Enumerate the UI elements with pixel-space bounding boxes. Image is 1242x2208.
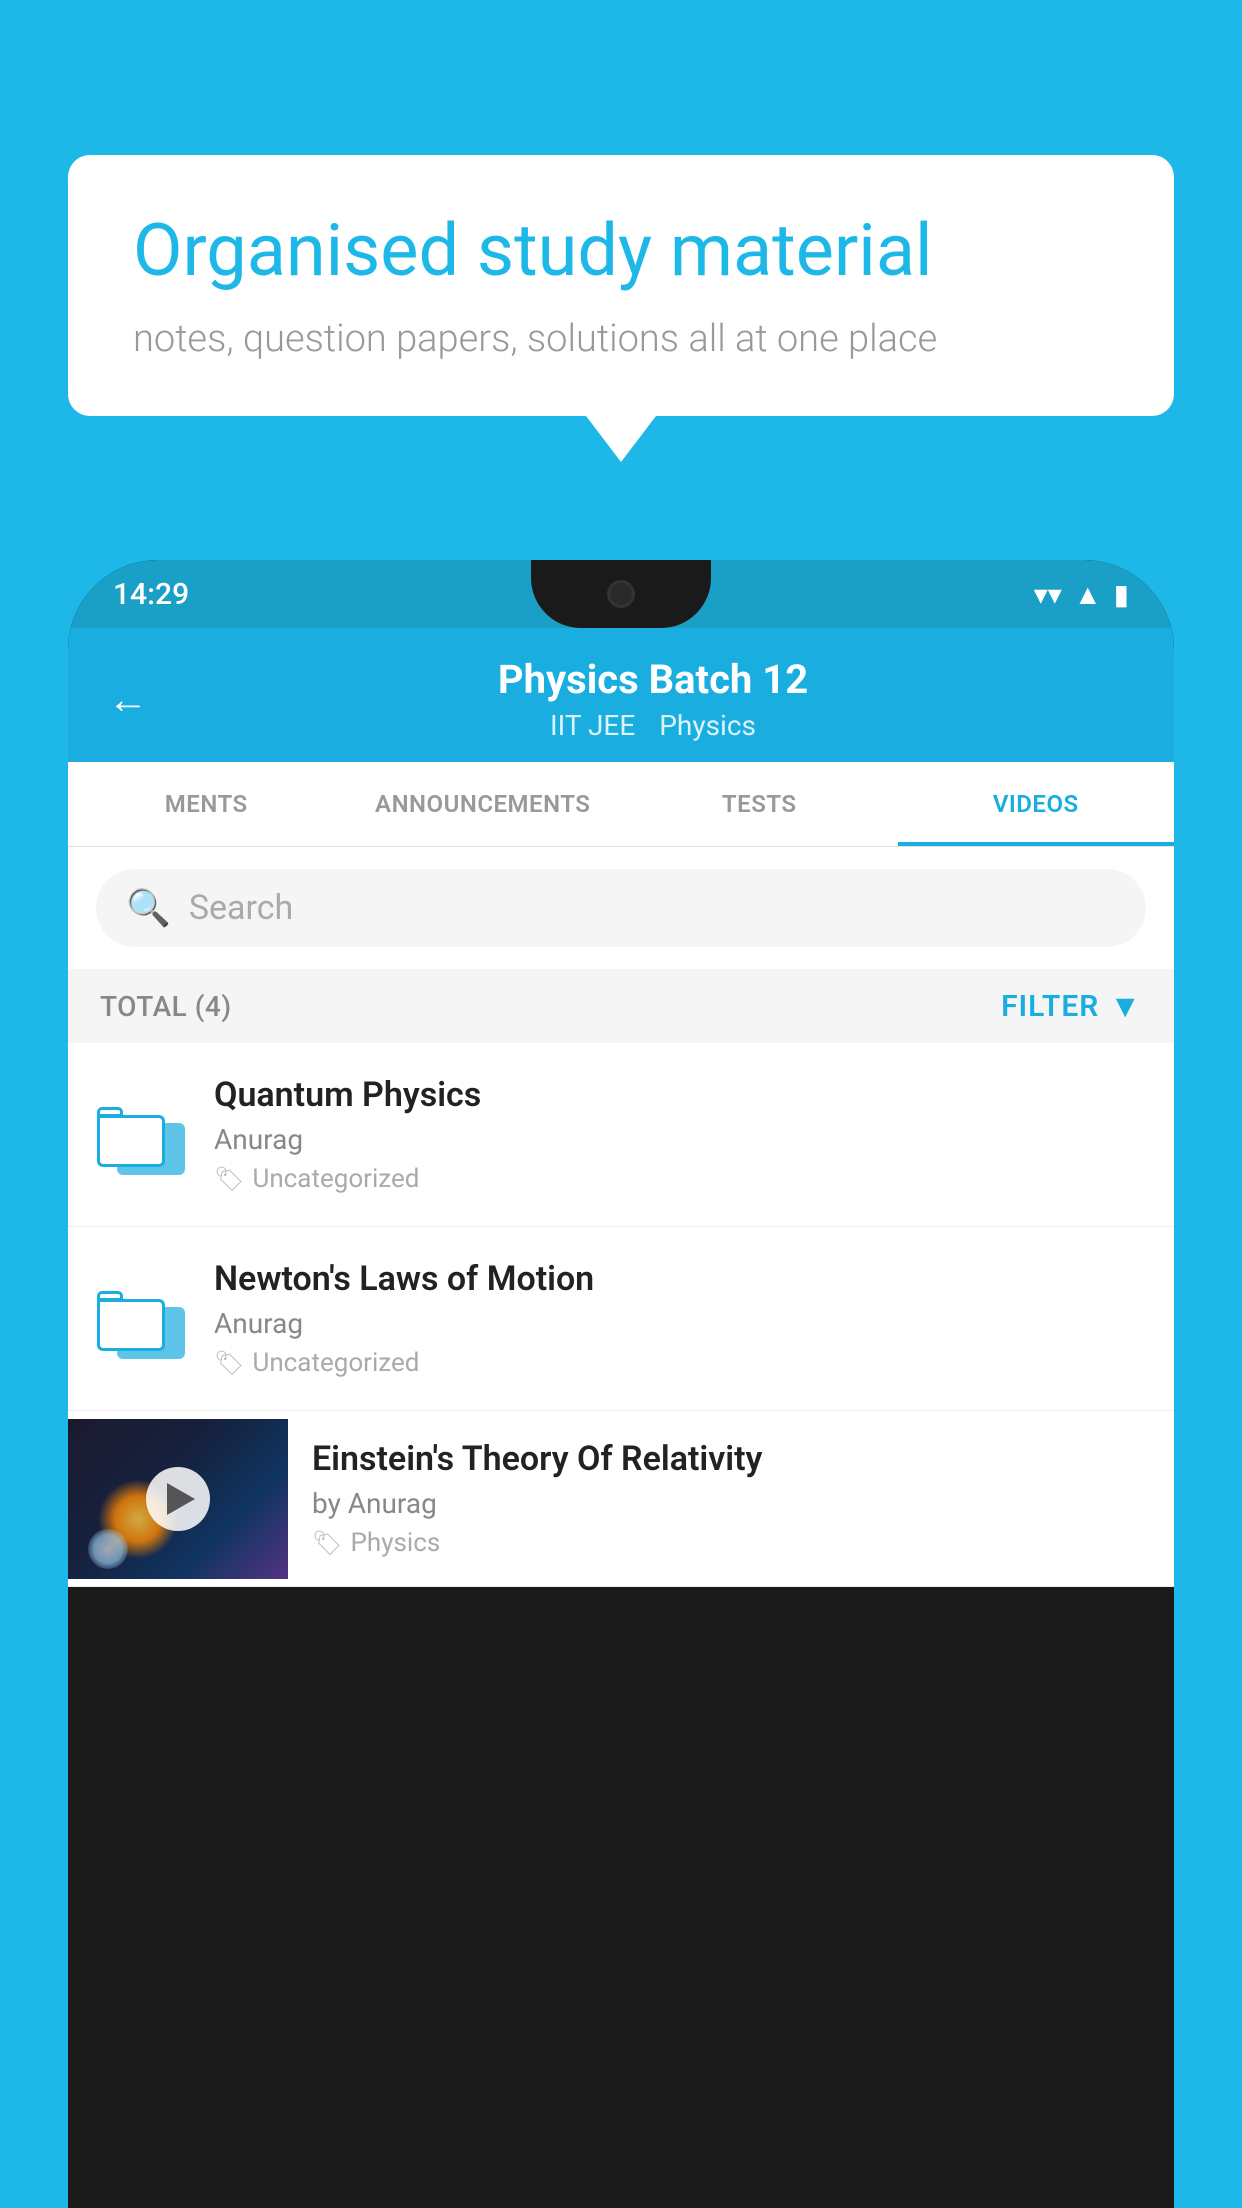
video-info-2: Newton's Laws of Motion Anurag 🏷 Uncateg… [214, 1259, 1146, 1378]
video-tag-3: 🏷 Physics [312, 1528, 1150, 1558]
video-title-2: Newton's Laws of Motion [214, 1259, 1146, 1299]
video-title-3: Einstein's Theory Of Relativity [312, 1439, 1150, 1479]
video-title-1: Quantum Physics [214, 1075, 1146, 1115]
video-info-1: Quantum Physics Anurag 🏷 Uncategorized [214, 1075, 1146, 1194]
video-author-2: Anurag [214, 1307, 1146, 1340]
notch [531, 560, 711, 628]
tab-tests[interactable]: TESTS [621, 762, 898, 846]
video-thumbnail-3 [68, 1419, 288, 1579]
header-subtitle: IIT JEE Physics [172, 709, 1134, 742]
back-button[interactable]: ← [108, 676, 148, 723]
tag-label-2: Uncategorized [252, 1348, 419, 1378]
app-header: ← Physics Batch 12 IIT JEE Physics [68, 628, 1174, 762]
play-button-3[interactable] [146, 1467, 210, 1531]
video-tag-2: 🏷 Uncategorized [214, 1348, 1146, 1378]
video-tag-1: 🏷 Uncategorized [214, 1164, 1146, 1194]
tab-announcements[interactable]: ANNOUNCEMENTS [345, 762, 622, 846]
battery-icon: ▮ [1114, 578, 1129, 611]
camera [607, 580, 635, 608]
folder-icon-1 [97, 1095, 185, 1175]
tag-icon-3: 🏷 [312, 1529, 342, 1557]
search-placeholder: Search [189, 888, 293, 928]
content-area: Quantum Physics Anurag 🏷 Uncategorized [68, 1043, 1174, 1587]
batch-title: Physics Batch 12 [172, 656, 1134, 703]
phone-frame: 14:29 ▾▾ ▲ ▮ ← Physics Batch 12 IIT JEE … [68, 560, 1174, 2208]
play-triangle [167, 1483, 195, 1515]
video-icon-1 [96, 1090, 186, 1180]
folder-front [97, 1107, 165, 1167]
subtitle-physics: Physics [659, 709, 756, 742]
tab-ments[interactable]: MENTS [68, 762, 345, 846]
phone-body: 14:29 ▾▾ ▲ ▮ ← Physics Batch 12 IIT JEE … [68, 560, 1174, 1587]
wifi-icon: ▾▾ [1034, 578, 1062, 611]
filter-button[interactable]: FILTER ▼ [1001, 987, 1142, 1025]
folder-front-2 [97, 1291, 165, 1351]
search-box[interactable]: 🔍 Search [96, 869, 1146, 947]
video-item-1[interactable]: Quantum Physics Anurag 🏷 Uncategorized [68, 1043, 1174, 1227]
speech-bubble: Organised study material notes, question… [68, 155, 1174, 416]
status-bar: 14:29 ▾▾ ▲ ▮ [68, 560, 1174, 628]
folder-icon-2 [97, 1279, 185, 1359]
tag-label-3: Physics [350, 1528, 440, 1558]
search-icon: 🔍 [126, 887, 171, 929]
total-count: TOTAL (4) [100, 990, 232, 1023]
speech-bubble-container: Organised study material notes, question… [68, 155, 1174, 416]
filter-icon: ▼ [1109, 987, 1142, 1025]
video-author-1: Anurag [214, 1123, 1146, 1156]
header-title: Physics Batch 12 IIT JEE Physics [172, 656, 1134, 742]
video-info-3: Einstein's Theory Of Relativity by Anura… [288, 1411, 1174, 1586]
filter-label: FILTER [1001, 989, 1099, 1024]
tag-icon-1: 🏷 [214, 1165, 244, 1193]
status-time: 14:29 [113, 577, 189, 612]
status-icons: ▾▾ ▲ ▮ [1034, 578, 1129, 611]
video-item-3[interactable]: Einstein's Theory Of Relativity by Anura… [68, 1411, 1174, 1587]
speech-bubble-heading: Organised study material [133, 210, 1109, 293]
video-item-2[interactable]: Newton's Laws of Motion Anurag 🏷 Uncateg… [68, 1227, 1174, 1411]
search-container: 🔍 Search [68, 847, 1174, 969]
filter-bar: TOTAL (4) FILTER ▼ [68, 969, 1174, 1043]
video-icon-2 [96, 1274, 186, 1364]
subtitle-iitjee: IIT JEE [550, 709, 635, 742]
tag-icon-2: 🏷 [214, 1349, 244, 1377]
speech-bubble-subtext: notes, question papers, solutions all at… [133, 317, 1109, 361]
thumb-glow2 [88, 1529, 128, 1569]
tabs: MENTS ANNOUNCEMENTS TESTS VIDEOS [68, 762, 1174, 847]
tag-label-1: Uncategorized [252, 1164, 419, 1194]
signal-icon: ▲ [1074, 578, 1102, 611]
video-author-3: by Anurag [312, 1487, 1150, 1520]
tab-videos[interactable]: VIDEOS [898, 762, 1175, 846]
